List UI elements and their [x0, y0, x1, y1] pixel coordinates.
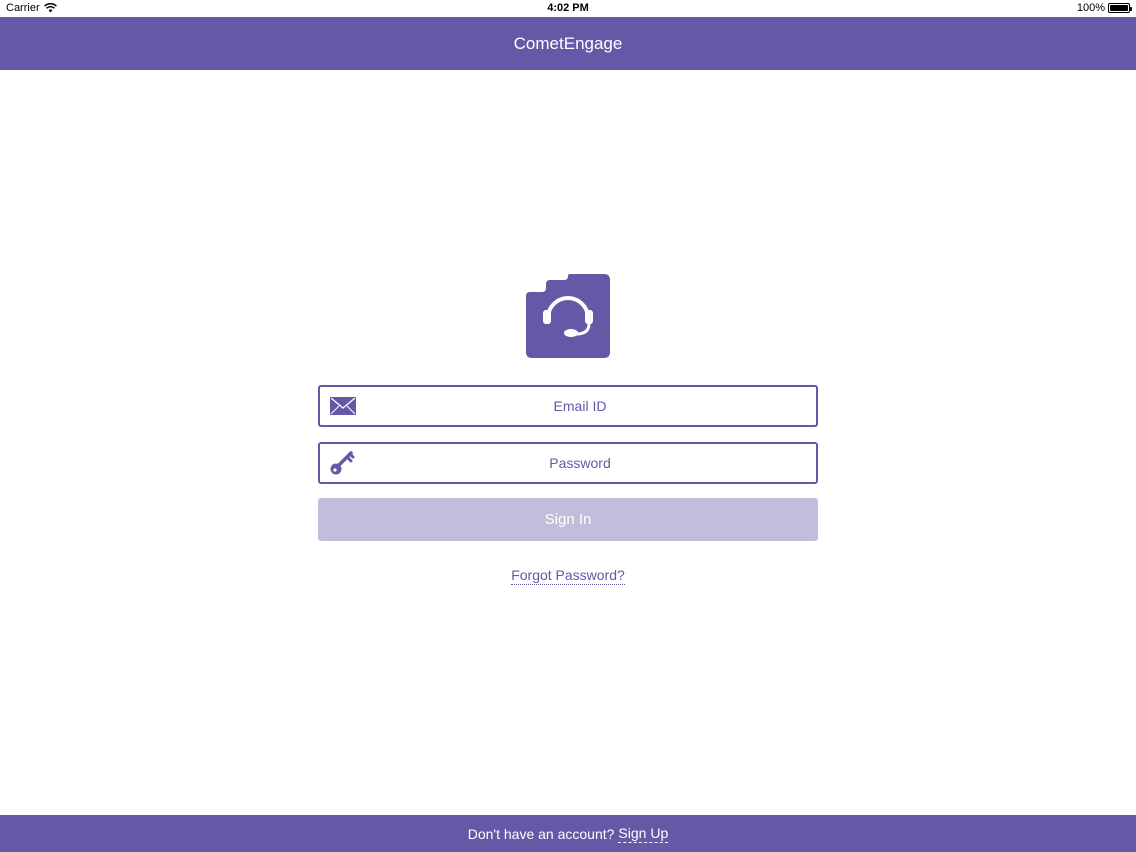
signin-button[interactable]: Sign In	[318, 498, 818, 541]
status-time: 4:02 PM	[547, 2, 589, 14]
nav-bar: CometEngage	[0, 17, 1136, 70]
status-bar: Carrier 4:02 PM 100%	[0, 0, 1136, 17]
signup-bar: Don't have an account? Sign Up	[0, 815, 1136, 852]
battery-tip	[1130, 7, 1132, 11]
email-field[interactable]	[318, 385, 818, 427]
password-input[interactable]	[360, 444, 800, 482]
forgot-password-link[interactable]: Forgot Password?	[511, 567, 625, 585]
battery-level-fill	[1110, 5, 1128, 11]
password-field[interactable]	[318, 442, 818, 484]
key-icon	[330, 451, 355, 475]
signup-link[interactable]: Sign Up	[618, 825, 669, 843]
headset-icon	[526, 274, 610, 358]
battery-icon	[1108, 3, 1132, 13]
email-input[interactable]	[360, 387, 800, 425]
nav-title: CometEngage	[513, 33, 623, 53]
battery-percent: 100%	[1076, 2, 1105, 14]
signup-prompt: Don't have an account?	[467, 825, 615, 842]
status-battery-group: 100%	[1076, 2, 1132, 14]
forgot-password-row: Forgot Password?	[0, 567, 1136, 585]
envelope-icon	[330, 397, 356, 415]
